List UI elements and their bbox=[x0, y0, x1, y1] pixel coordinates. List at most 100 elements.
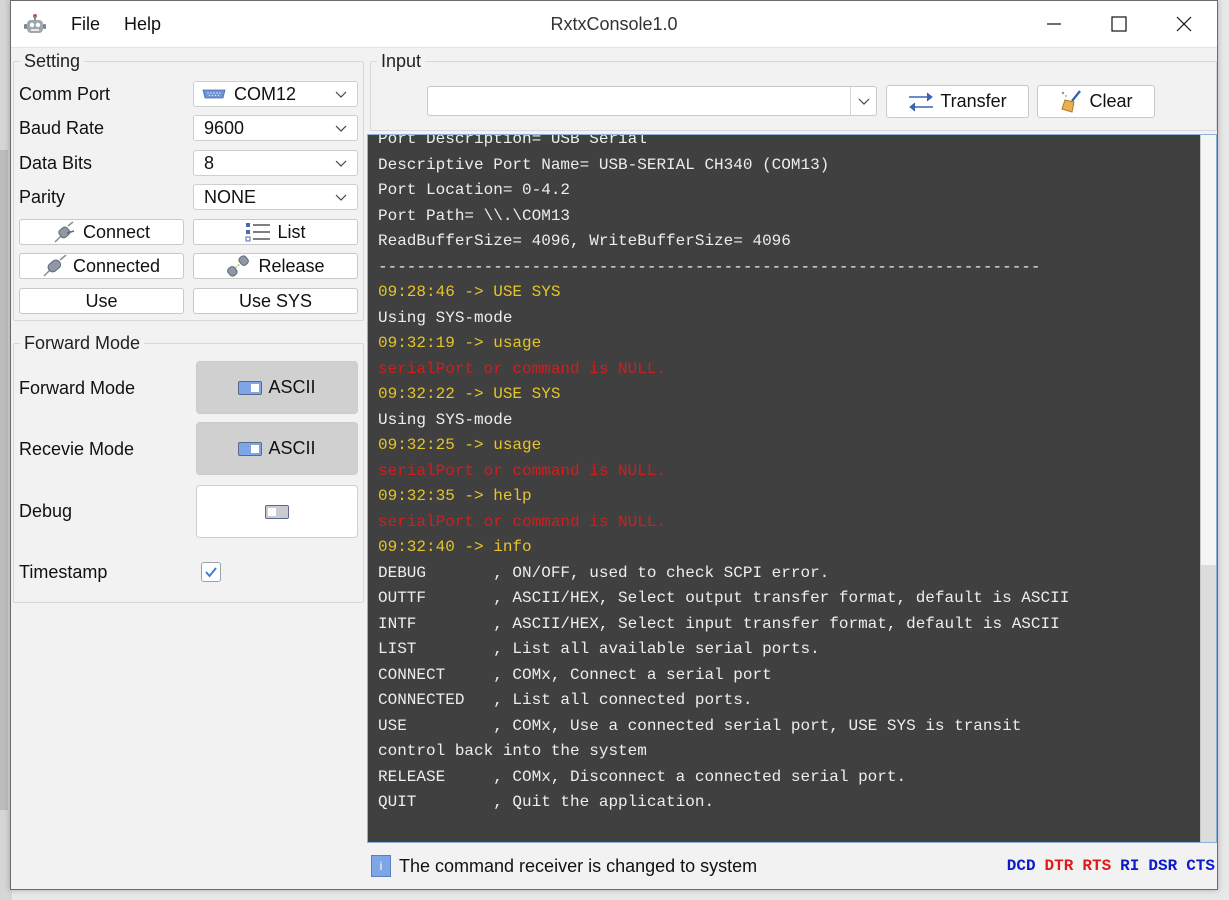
parity-value: NONE bbox=[204, 186, 257, 207]
console-line: CONNECTED , List all connected ports. bbox=[378, 691, 753, 709]
forward-mode-legend: Forward Mode bbox=[24, 333, 141, 353]
status-message: The command receiver is changed to syste… bbox=[399, 855, 758, 876]
console-scrollbar[interactable] bbox=[1200, 135, 1216, 842]
console-line: ReadBufferSize= 4096, WriteBufferSize= 4… bbox=[378, 232, 791, 250]
setting-legend: Setting bbox=[24, 51, 81, 71]
console-line: 09:32:19 -> usage bbox=[378, 334, 542, 352]
toggle-switch-on-icon bbox=[238, 380, 263, 395]
console-line: serialPort or command is NULL. bbox=[378, 461, 667, 480]
connected-label: Connected bbox=[72, 255, 161, 276]
data-bits-select[interactable]: 8 bbox=[193, 150, 358, 176]
clear-button[interactable]: Clear bbox=[1037, 85, 1155, 118]
chevron-down-icon bbox=[335, 125, 347, 132]
release-label: Release bbox=[258, 255, 325, 276]
console-line: serialPort or command is NULL. bbox=[378, 359, 667, 378]
list-icon bbox=[245, 223, 271, 242]
toggle-switch-off-icon bbox=[265, 504, 289, 519]
list-label: List bbox=[277, 221, 306, 242]
use-sys-label: Use SYS bbox=[238, 290, 313, 311]
app-window: File Help RxtxConsole1.0 Setting Comm Po… bbox=[10, 0, 1218, 890]
baud-rate-select[interactable]: 9600 bbox=[193, 115, 358, 141]
chevron-down-icon bbox=[335, 160, 347, 167]
chevron-down-icon bbox=[335, 194, 347, 201]
receive-mode-toggle[interactable]: ASCII bbox=[196, 422, 358, 475]
release-button[interactable]: Release bbox=[193, 253, 358, 279]
title-bar: File Help RxtxConsole1.0 bbox=[11, 1, 1217, 48]
timestamp-checkbox[interactable] bbox=[201, 562, 221, 582]
broom-clear-icon bbox=[1061, 89, 1082, 113]
signal-dsr: DSR bbox=[1148, 857, 1178, 875]
console-line: 09:32:40 -> info bbox=[378, 538, 532, 556]
data-bits-value: 8 bbox=[204, 152, 215, 173]
signal-dtr: DTR bbox=[1044, 857, 1074, 875]
use-label: Use bbox=[85, 290, 118, 311]
forward-mode-toggle[interactable]: ASCII bbox=[196, 361, 358, 414]
command-input[interactable] bbox=[428, 87, 848, 115]
minimize-icon bbox=[1047, 23, 1061, 25]
command-input-combo[interactable] bbox=[427, 86, 877, 116]
receive-mode-value: ASCII bbox=[268, 438, 316, 458]
connect-label: Connect bbox=[82, 221, 151, 242]
toggle-switch-on-icon bbox=[238, 441, 263, 456]
transfer-button[interactable]: Transfer bbox=[886, 85, 1029, 118]
console-line: Descriptive Port Name= USB-SERIAL CH340 … bbox=[378, 155, 830, 174]
menu-file[interactable]: File bbox=[71, 14, 100, 35]
chevron-down-icon bbox=[858, 98, 869, 105]
use-sys-button[interactable]: Use SYS bbox=[193, 288, 358, 314]
command-history-dropdown[interactable] bbox=[850, 87, 876, 115]
console-line: serialPort or command is NULL. bbox=[378, 512, 667, 531]
connected-button[interactable]: Connected bbox=[19, 253, 184, 279]
console-line: ----------------------------------------… bbox=[378, 257, 1041, 276]
forward-mode-value: ASCII bbox=[268, 377, 316, 397]
signal-ri: RI bbox=[1120, 857, 1140, 875]
console-line: INTF , ASCII/HEX, Select input transfer … bbox=[378, 614, 1060, 633]
console-output[interactable]: Port Description= USB Serial Descriptive … bbox=[367, 134, 1217, 843]
transfer-label: Transfer bbox=[940, 91, 1007, 111]
debug-toggle[interactable] bbox=[196, 485, 358, 538]
status-bar: i The command receiver is changed to sys… bbox=[367, 847, 1217, 885]
menu-help[interactable]: Help bbox=[124, 14, 161, 35]
checkmark-icon bbox=[205, 567, 217, 578]
minimize-button[interactable] bbox=[1025, 1, 1083, 47]
console-line: USE , COMx, Use a connected serial port,… bbox=[378, 716, 1022, 735]
transfer-arrows-icon bbox=[909, 92, 934, 111]
console-line: RELEASE , COMx, Disconnect a connected s… bbox=[378, 767, 907, 786]
comm-port-select[interactable]: COM12 bbox=[193, 81, 358, 107]
signal-rts: RTS bbox=[1082, 857, 1112, 875]
console-line: 09:32:35 -> help bbox=[378, 487, 532, 505]
input-legend: Input bbox=[381, 51, 422, 71]
plug-release-icon bbox=[227, 255, 250, 277]
console-line: LIST , List all available serial ports. bbox=[378, 640, 820, 658]
console-line: QUIT , Quit the application. bbox=[378, 793, 715, 811]
plug-connect-icon bbox=[54, 221, 75, 243]
console-line: control back into the system bbox=[378, 742, 647, 760]
scrollbar-thumb[interactable] bbox=[1201, 135, 1216, 565]
console-line: Port Description= USB Serial bbox=[378, 134, 647, 148]
list-button[interactable]: List bbox=[193, 219, 358, 245]
timestamp-label: Timestamp bbox=[19, 562, 108, 582]
use-button[interactable]: Use bbox=[19, 288, 184, 314]
console-lines: Port Description= USB Serial Descriptive … bbox=[378, 134, 1198, 816]
clear-label: Clear bbox=[1089, 91, 1133, 111]
signal-dcd: DCD bbox=[1006, 857, 1036, 875]
console-line: Using SYS-mode bbox=[378, 308, 513, 327]
comm-port-value: COM12 bbox=[234, 83, 297, 104]
serial-port-icon bbox=[202, 89, 226, 99]
background-window-edge bbox=[0, 150, 8, 810]
connect-button[interactable]: Connect bbox=[19, 219, 184, 245]
close-button[interactable] bbox=[1155, 1, 1213, 47]
plug-connected-icon bbox=[43, 255, 67, 277]
maximize-button[interactable] bbox=[1090, 1, 1148, 47]
chevron-down-icon bbox=[335, 91, 347, 98]
console-line: Using SYS-mode bbox=[378, 410, 513, 429]
modem-signals: DCD DTR RTS RI DSR CTS bbox=[1007, 857, 1215, 875]
console-line: Port Path= \\.\COM13 bbox=[378, 206, 571, 225]
robot-app-icon bbox=[24, 14, 46, 33]
forward-mode-label: Forward Mode bbox=[19, 378, 136, 398]
parity-select[interactable]: NONE bbox=[193, 184, 358, 210]
console-line: Port Location= 0-4.2 bbox=[378, 181, 571, 199]
baud-rate-value: 9600 bbox=[204, 117, 245, 138]
debug-label: Debug bbox=[19, 501, 73, 521]
console-line: 09:32:22 -> USE SYS bbox=[378, 385, 561, 403]
console-line: 09:32:25 -> usage bbox=[378, 436, 542, 454]
